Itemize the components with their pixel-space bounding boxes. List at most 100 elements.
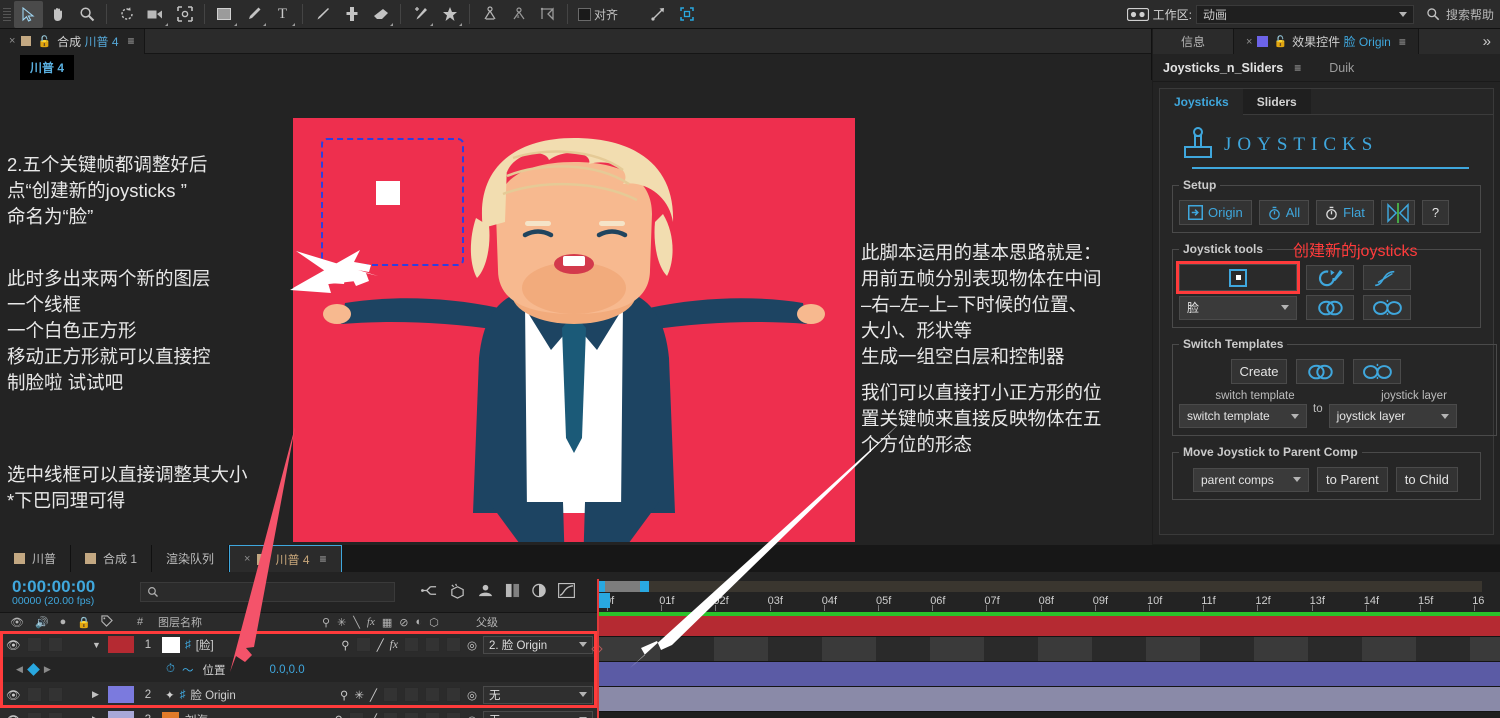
layer-visibility-icon[interactable]: 👁 [6,638,21,652]
parent-comps-dropdown[interactable]: parent comps [1193,467,1309,492]
layer-name[interactable]: [脸] [196,637,214,653]
frame-blend-toggle[interactable] [403,637,419,652]
work-area-bar[interactable] [599,581,1482,592]
help-button[interactable]: ? [1421,200,1450,225]
layer-name[interactable]: 刘海 [179,712,208,718]
close-icon[interactable]: × [1246,36,1252,48]
composition-viewer[interactable]: 2.五个关键帧都调整好后 点“创建新的joysticks ” 命名为“脸” 此时… [0,80,1152,545]
layer-solo-toggle[interactable] [47,637,63,652]
joystick-white-square[interactable] [376,181,400,205]
puppet-starch-tool[interactable] [475,1,504,28]
pen-tool[interactable] [239,1,268,28]
joystick-name-dropdown[interactable]: 脸 [1179,295,1297,320]
prev-keyframe-icon[interactable]: ◀ [16,664,23,675]
tab-composition-chuanpu4[interactable]: × 🔓 合成 川普 4 ≡ [0,28,145,54]
tab-comp-chuanpu[interactable]: 川普 [0,545,72,572]
motion-blur-icon[interactable] [531,583,547,601]
panel-menu-icon[interactable]: ≡ [1399,35,1406,49]
table-row[interactable]: 👁 ▶ 3 刘海 ⚲ ╱ [0,707,597,718]
tab-effect-controls[interactable]: × 🔓 效果控件 脸 Origin ≡ [1234,29,1419,54]
layer-color-swatch[interactable] [108,636,134,653]
zoom-tool[interactable] [72,1,101,28]
layer-audio-toggle[interactable] [26,712,42,718]
joystick-layer-dropdown[interactable]: joystick layer [1328,404,1457,428]
puppet-overlap-tool[interactable]: a [504,1,533,28]
quality-toggle[interactable]: ╱ [370,688,377,702]
layer-color-swatch[interactable] [108,686,134,703]
table-row[interactable]: 👁 ▼ 1 ♯ [脸] ⚲ ╱ fx ◎ 2. 脸 Origin [0,632,597,657]
next-keyframe-icon[interactable]: ▶ [44,664,51,675]
composition-mini-flowchart-icon[interactable] [421,583,438,601]
track-property-keyframes[interactable] [591,637,1500,662]
lock-icon[interactable]: 🔓 [37,35,51,48]
camera-tool[interactable] [141,1,170,28]
motion-blur-toggle[interactable] [424,687,440,702]
effects-toggle[interactable] [382,712,398,718]
shy-toggle[interactable]: ⚲ [341,638,349,652]
collapse-toggle[interactable] [355,637,371,652]
parent-pickwhip-icon[interactable]: ◎ [467,713,477,718]
comp-name-chip[interactable]: 川普 4 [20,54,75,80]
tab-comp-1[interactable]: 合成 1 [71,545,153,572]
lock-icon[interactable]: 🔓 [1273,35,1287,48]
graph-editor-icon[interactable] [558,583,575,601]
panel-menu-icon[interactable]: ≡ [320,552,327,566]
mirror-button[interactable] [1380,200,1415,225]
origin-button[interactable]: Origin [1179,200,1252,225]
frame-blend-toggle[interactable] [403,687,419,702]
snapping-target-icon[interactable] [672,1,701,28]
layer-color-swatch[interactable] [108,711,134,718]
flat-button[interactable]: Flat [1316,200,1374,225]
effects-toggle[interactable] [382,687,398,702]
quality-toggle[interactable]: ╱ [370,713,377,718]
tab-info[interactable]: 信息 [1153,29,1235,54]
to-parent-button[interactable]: to Parent [1317,467,1388,492]
layer-audio-toggle[interactable] [26,637,42,652]
parent-dropdown[interactable]: 2. 脸 Origin [483,635,593,654]
pan-behind-tool[interactable] [170,1,199,28]
close-icon[interactable]: × [9,35,15,47]
effects-toggle[interactable]: fx [390,639,398,651]
layer-name[interactable]: 脸 Origin [190,687,235,703]
track-layer-2[interactable] [597,662,1500,687]
track-layer-1[interactable] [597,612,1500,637]
layer-visibility-icon[interactable]: 👁 [6,688,21,702]
quality-toggle[interactable]: ╱ [377,638,384,652]
time-ruler[interactable]: 0f01f02f03f04f05f06f07f08f09f10f11f12f13… [597,579,1500,612]
hand-tool[interactable] [43,1,72,28]
frame-blend-toggle[interactable] [403,712,419,718]
hide-shy-layers-icon[interactable] [477,583,494,601]
shy-toggle[interactable]: ⚲ [335,713,343,718]
link-template-button[interactable] [1296,359,1344,384]
parent-pickwhip-icon[interactable]: ◎ [467,688,477,702]
brush-tool[interactable] [308,1,337,28]
work-area-end-handle[interactable] [640,581,649,592]
roto-brush-tool[interactable] [406,1,435,28]
adjustment-toggle[interactable] [445,637,461,652]
expand-arrow-icon[interactable]: ▼ [92,640,108,650]
puppet-mesh-tool[interactable] [533,1,562,28]
tab-joysticks-n-sliders[interactable]: Joysticks_n_Sliders ≡ [1153,61,1311,75]
tab-sliders[interactable]: Sliders [1242,89,1311,114]
layer-solo-toggle[interactable] [47,712,63,718]
all-button[interactable]: All [1258,200,1310,225]
tab-comp-chuanpu-4[interactable]: × 川普 4 ≡ [229,545,342,572]
draft-3d-icon[interactable] [449,583,466,602]
tab-joysticks[interactable]: Joysticks [1160,90,1243,115]
type-tool[interactable]: T [268,1,297,28]
create-template-button[interactable]: Create [1231,359,1287,384]
tab-duik[interactable]: Duik [1311,61,1372,75]
keyframe-indicator[interactable] [27,663,40,676]
rotation-tool[interactable] [112,1,141,28]
property-value[interactable]: 0.0,0.0 [225,664,304,676]
selection-tool[interactable] [14,0,43,28]
layer-audio-toggle[interactable] [26,687,42,702]
motion-blur-toggle[interactable] [424,637,440,652]
parent-pickwhip-icon[interactable]: ◎ [467,638,477,652]
split-template-button[interactable] [1353,359,1401,384]
parent-dropdown[interactable]: 无 [483,685,593,704]
puppet-pin-tool[interactable] [435,1,464,28]
layer-solo-toggle[interactable] [47,687,63,702]
comp-canvas[interactable] [293,118,855,542]
clone-stamp-tool[interactable] [337,1,366,28]
